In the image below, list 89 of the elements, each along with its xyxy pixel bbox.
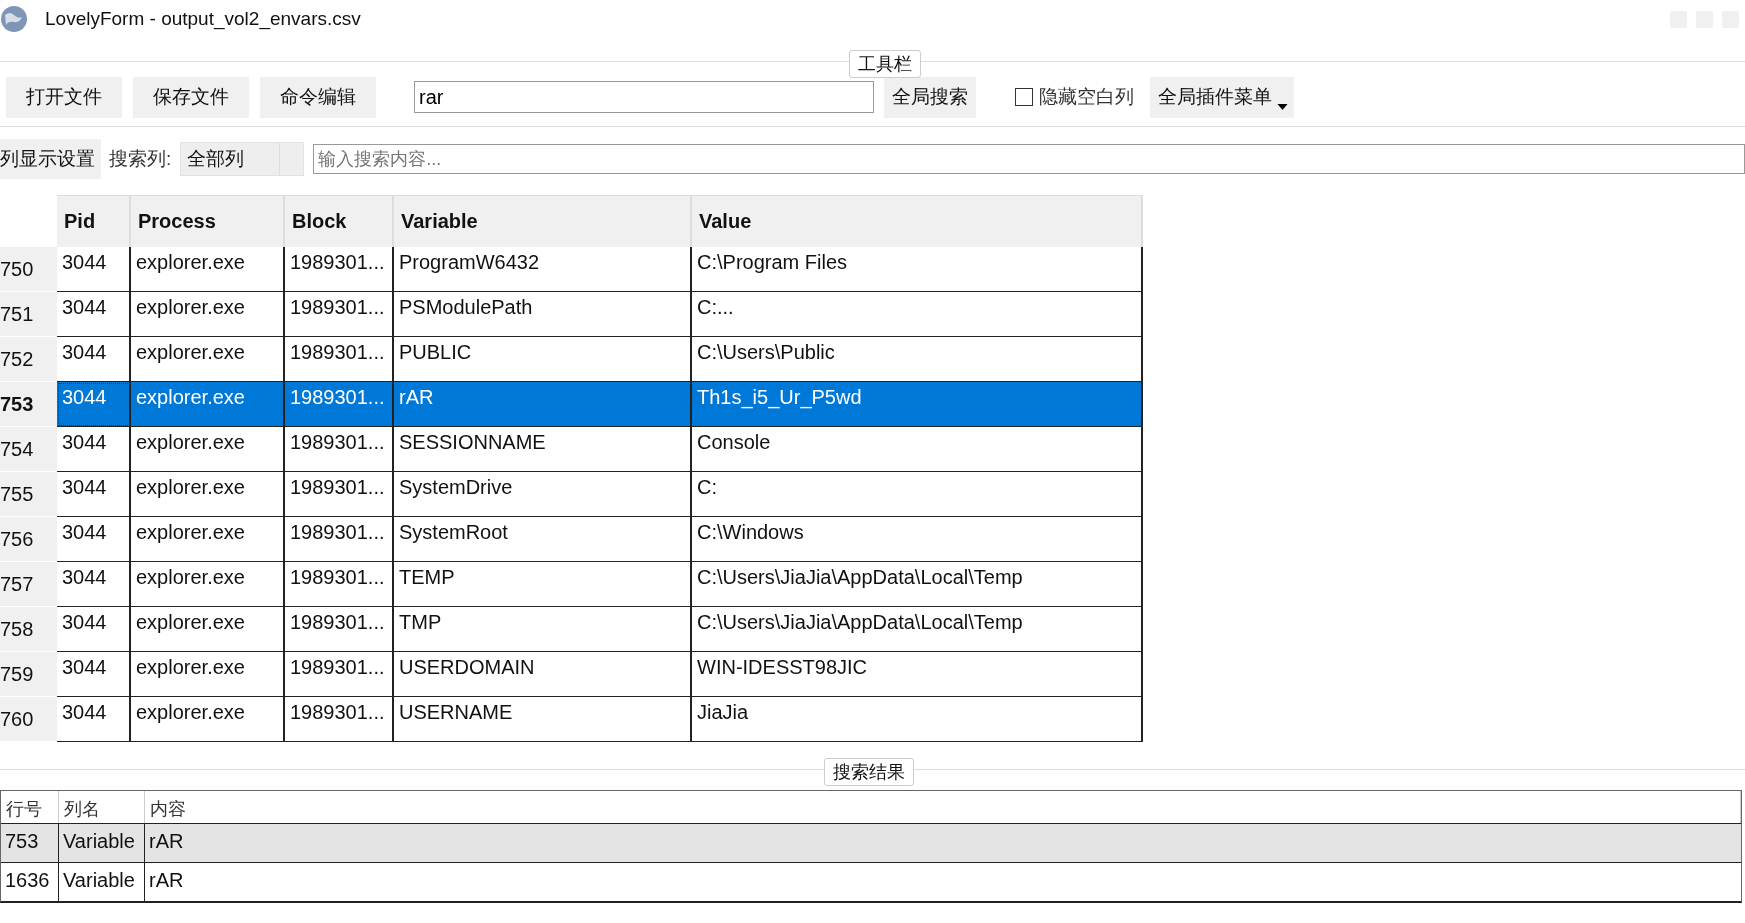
search-column-label: 搜索列: xyxy=(109,147,172,171)
checkbox[interactable] xyxy=(1015,88,1033,106)
window-title: LovelyForm - output_vol2_envars.csv xyxy=(45,8,361,30)
table-cell: C:\Users\JiaJia\AppData\Local\Temp xyxy=(692,562,1143,607)
search-field[interactable]: rar xyxy=(414,81,874,113)
group-title: 搜索结果 xyxy=(824,758,914,786)
table-cell: explorer.exe xyxy=(131,562,285,607)
table-cell: 3044 xyxy=(57,292,131,337)
globe-icon xyxy=(0,5,28,33)
table-cell: explorer.exe xyxy=(131,652,285,697)
table-cell: SystemRoot xyxy=(394,517,692,562)
table-cell: C:\Users\JiaJia\AppData\Local\Temp xyxy=(692,607,1143,652)
table-cell: explorer.exe xyxy=(131,292,285,337)
column-header[interactable]: Pid xyxy=(57,195,131,247)
row-number: 755 xyxy=(0,472,57,517)
table-cell: explorer.exe xyxy=(131,517,285,562)
table-cell: explorer.exe xyxy=(131,247,285,292)
toolbar-button[interactable]: 打开文件 xyxy=(6,76,122,118)
table-cell: WIN-IDESST98JIC xyxy=(692,652,1143,697)
table-cell: 1989301... xyxy=(285,427,394,472)
table-cell: 1989301... xyxy=(285,472,394,517)
row-number: 754 xyxy=(0,427,57,472)
table-cell: ProgramW6432 xyxy=(394,247,692,292)
table-cell: 1989301... xyxy=(285,382,394,427)
toolbar-button[interactable]: 命令编辑 xyxy=(260,76,376,118)
table-cell: explorer.exe xyxy=(131,427,285,472)
row-number: 757 xyxy=(0,562,57,607)
table-cell: SESSIONNAME xyxy=(394,427,692,472)
table-cell: JiaJia xyxy=(692,697,1143,742)
column-header[interactable]: Process xyxy=(131,195,285,247)
table-cell: 1636 xyxy=(1,863,59,901)
table-cell: explorer.exe xyxy=(131,697,285,742)
row-number: 751 xyxy=(0,292,57,337)
table-cell: Variable xyxy=(59,863,145,901)
row-number: 758 xyxy=(0,607,57,652)
group-title: 工具栏 xyxy=(849,50,921,78)
table-cell: 3044 xyxy=(57,562,131,607)
row-number: 756 xyxy=(0,517,57,562)
column-header[interactable]: Block xyxy=(285,195,394,247)
table-cell: TMP xyxy=(394,607,692,652)
table-cell: 1989301... xyxy=(285,517,394,562)
table-cell: SystemDrive xyxy=(394,472,692,517)
table-cell: explorer.exe xyxy=(131,472,285,517)
column-header[interactable]: Value xyxy=(692,195,1143,247)
row-number: 759 xyxy=(0,652,57,697)
table-cell: rAR xyxy=(394,382,692,427)
table-cell: 1989301... xyxy=(285,652,394,697)
column-settings-button[interactable]: 列显示设置 xyxy=(0,139,101,179)
table-cell: 3044 xyxy=(57,472,131,517)
table-cell: 3044 xyxy=(57,427,131,472)
table-cell: C:... xyxy=(692,292,1143,337)
table-cell: Console xyxy=(692,427,1143,472)
checkbox-label: 隐藏空白列 xyxy=(1039,85,1134,109)
table-cell: 1989301... xyxy=(285,607,394,652)
row-number: 760 xyxy=(0,697,57,742)
column-dropdown[interactable]: 全部列 xyxy=(180,142,305,176)
table-cell-text: rAR xyxy=(148,868,185,893)
plugin-menu-button[interactable]: 全局插件菜单 xyxy=(1150,76,1294,118)
table-cell: 1989301... xyxy=(285,247,394,292)
table-cell: C:\Windows xyxy=(692,517,1143,562)
table-cell: 3044 xyxy=(57,607,131,652)
table-cell: explorer.exe xyxy=(131,607,285,652)
table-cell: 1989301... xyxy=(285,292,394,337)
table-cell: Th1s_i5_Ur_P5wd xyxy=(692,382,1143,427)
table-cell-text: rAR xyxy=(148,829,185,854)
table-cell: 1989301... xyxy=(285,562,394,607)
table-cell: 3044 xyxy=(57,652,131,697)
search-field[interactable]: 输入搜索内容... xyxy=(313,144,1745,174)
table-cell: 3044 xyxy=(57,247,131,292)
table-cell: TEMP xyxy=(394,562,692,607)
table-cell: C: xyxy=(692,472,1143,517)
table-cell: USERNAME xyxy=(394,697,692,742)
row-number: 750 xyxy=(0,247,57,292)
row-number: 752 xyxy=(0,337,57,382)
table-cell: 3044 xyxy=(57,517,131,562)
table-cell: 753 xyxy=(1,824,59,862)
table-cell: 3044 xyxy=(57,382,131,427)
table-cell: 1989301... xyxy=(285,697,394,742)
table-cell: explorer.exe xyxy=(131,382,285,427)
search-button[interactable]: 全局搜索 xyxy=(884,76,976,118)
table-cell: C:\Program Files xyxy=(692,247,1143,292)
toolbar-button[interactable]: 保存文件 xyxy=(133,76,249,118)
column-header[interactable]: Variable xyxy=(394,195,692,247)
table-cell: PSModulePath xyxy=(394,292,692,337)
table-cell: 3044 xyxy=(57,697,131,742)
row-number: 753 xyxy=(0,382,57,427)
table-cell: USERDOMAIN xyxy=(394,652,692,697)
table-cell: Variable xyxy=(59,824,145,862)
caret-icon xyxy=(1277,103,1288,110)
